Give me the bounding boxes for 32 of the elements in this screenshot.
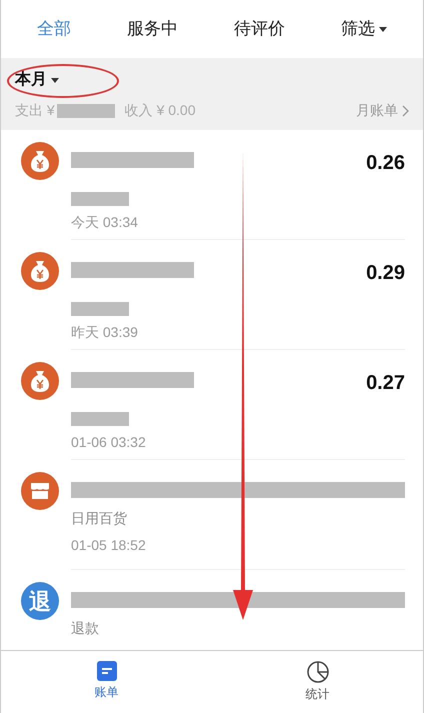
transaction-row[interactable]: 日用百货 01-05 18:52 bbox=[1, 460, 423, 570]
bottom-nav-tab[interactable]: 统计 bbox=[306, 661, 330, 703]
shop-icon bbox=[21, 472, 59, 510]
amount: 0.26 bbox=[366, 151, 405, 176]
bottom-nav-tab[interactable]: 账单 bbox=[94, 661, 118, 701]
money-bag-icon bbox=[21, 252, 59, 290]
bill-icon bbox=[96, 661, 116, 681]
transaction-time: 01-05 18:52 bbox=[71, 536, 147, 555]
pie-chart-icon bbox=[306, 661, 328, 683]
filter-tab[interactable]: 服务中 bbox=[127, 16, 178, 42]
transaction-row[interactable]: 0.29 昨天 03:39 bbox=[1, 240, 423, 350]
income-amount: 收入 ¥ 0.00 bbox=[124, 101, 196, 120]
money-bag-icon bbox=[21, 362, 59, 400]
transaction-time: 昨天 03:39 bbox=[71, 323, 139, 342]
transaction-row[interactable]: 退 退款 bbox=[1, 570, 423, 650]
amount: 0.27 bbox=[366, 371, 405, 396]
transaction-time: 今天 03:34 bbox=[71, 213, 139, 232]
filter-tab[interactable]: 待评价 bbox=[234, 16, 285, 42]
filter-tab[interactable]: 全部 bbox=[37, 16, 71, 42]
amount: 0.29 bbox=[366, 261, 405, 286]
transaction-row[interactable]: 0.27 01-06 03:32 bbox=[1, 350, 423, 460]
transaction-row[interactable]: 0.26 今天 03:34 bbox=[1, 130, 423, 240]
caret-icon bbox=[51, 78, 59, 82]
chevron-right-icon bbox=[402, 104, 409, 116]
category-label: 日用百货 bbox=[71, 509, 128, 528]
filter-tab[interactable]: 筛选 bbox=[341, 16, 387, 42]
transaction-time: 01-06 03:32 bbox=[71, 433, 147, 452]
category-label: 退款 bbox=[71, 619, 100, 638]
month-dropdown[interactable]: 本月 bbox=[15, 68, 59, 92]
refund-icon: 退 bbox=[21, 582, 59, 620]
money-bag-icon bbox=[21, 142, 59, 180]
expense-label: 支出 ¥ bbox=[15, 101, 55, 120]
